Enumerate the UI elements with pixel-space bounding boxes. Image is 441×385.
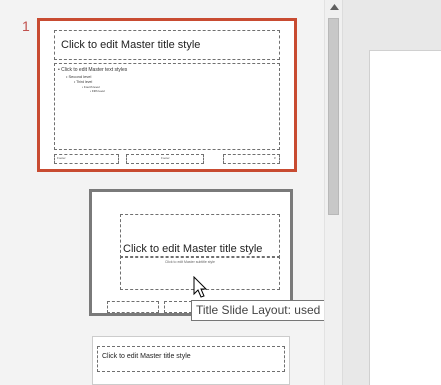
body-placeholder: • Click to edit Master text styles • Sec… bbox=[54, 63, 280, 150]
body-level-5: • Fifth level bbox=[90, 89, 105, 93]
footer-placeholder: Footer bbox=[126, 154, 204, 164]
title-placeholder: Click to edit Master title style bbox=[54, 30, 280, 60]
layout-date-placeholder bbox=[107, 301, 159, 313]
layout-title-placeholder: Click to edit Master title style bbox=[120, 214, 280, 258]
master-title-text: Click to edit Master title style bbox=[61, 39, 201, 51]
body-level-3: • Third level bbox=[74, 80, 93, 84]
title-content-layout-thumbnail[interactable]: Click to edit Master title style bbox=[92, 336, 290, 385]
slide-number: 1 bbox=[22, 18, 30, 34]
slide-number-placeholder-text: # bbox=[274, 156, 276, 160]
scrollbar-thumb[interactable] bbox=[328, 18, 339, 215]
slide-master-canvas: Click to edit Master title style • Click… bbox=[40, 21, 294, 169]
third-title-text: Click to edit Master title style bbox=[102, 353, 191, 360]
body-level-1: • Click to edit Master text styles bbox=[58, 67, 128, 73]
title-slide-layout-thumbnail[interactable]: Click to edit Master title style Click t… bbox=[89, 189, 293, 316]
slide-canvas[interactable] bbox=[369, 50, 441, 385]
third-title-placeholder: Click to edit Master title style bbox=[97, 346, 285, 372]
vertical-scrollbar[interactable] bbox=[324, 0, 342, 385]
body-level-2: • Second level bbox=[66, 74, 92, 79]
layout-title-text: Click to edit Master title style bbox=[123, 243, 263, 255]
slide-number-placeholder: # bbox=[223, 154, 280, 164]
footer-placeholder-text: Footer bbox=[161, 156, 170, 160]
triangle-up-icon bbox=[329, 4, 339, 10]
date-placeholder-text: Footer bbox=[57, 156, 66, 160]
slide-editing-pane[interactable] bbox=[343, 0, 441, 385]
date-placeholder: Footer bbox=[54, 154, 119, 164]
mouse-pointer-icon bbox=[193, 276, 208, 298]
thumbnail-pane[interactable]: 1 Click to edit Master title style • Cli… bbox=[0, 0, 392, 385]
scroll-up-button[interactable] bbox=[326, 0, 342, 14]
layout-subtitle-text: Click to edit Master subtitle style bbox=[165, 260, 215, 264]
slide-master-thumbnail[interactable]: Click to edit Master title style • Click… bbox=[37, 18, 297, 172]
